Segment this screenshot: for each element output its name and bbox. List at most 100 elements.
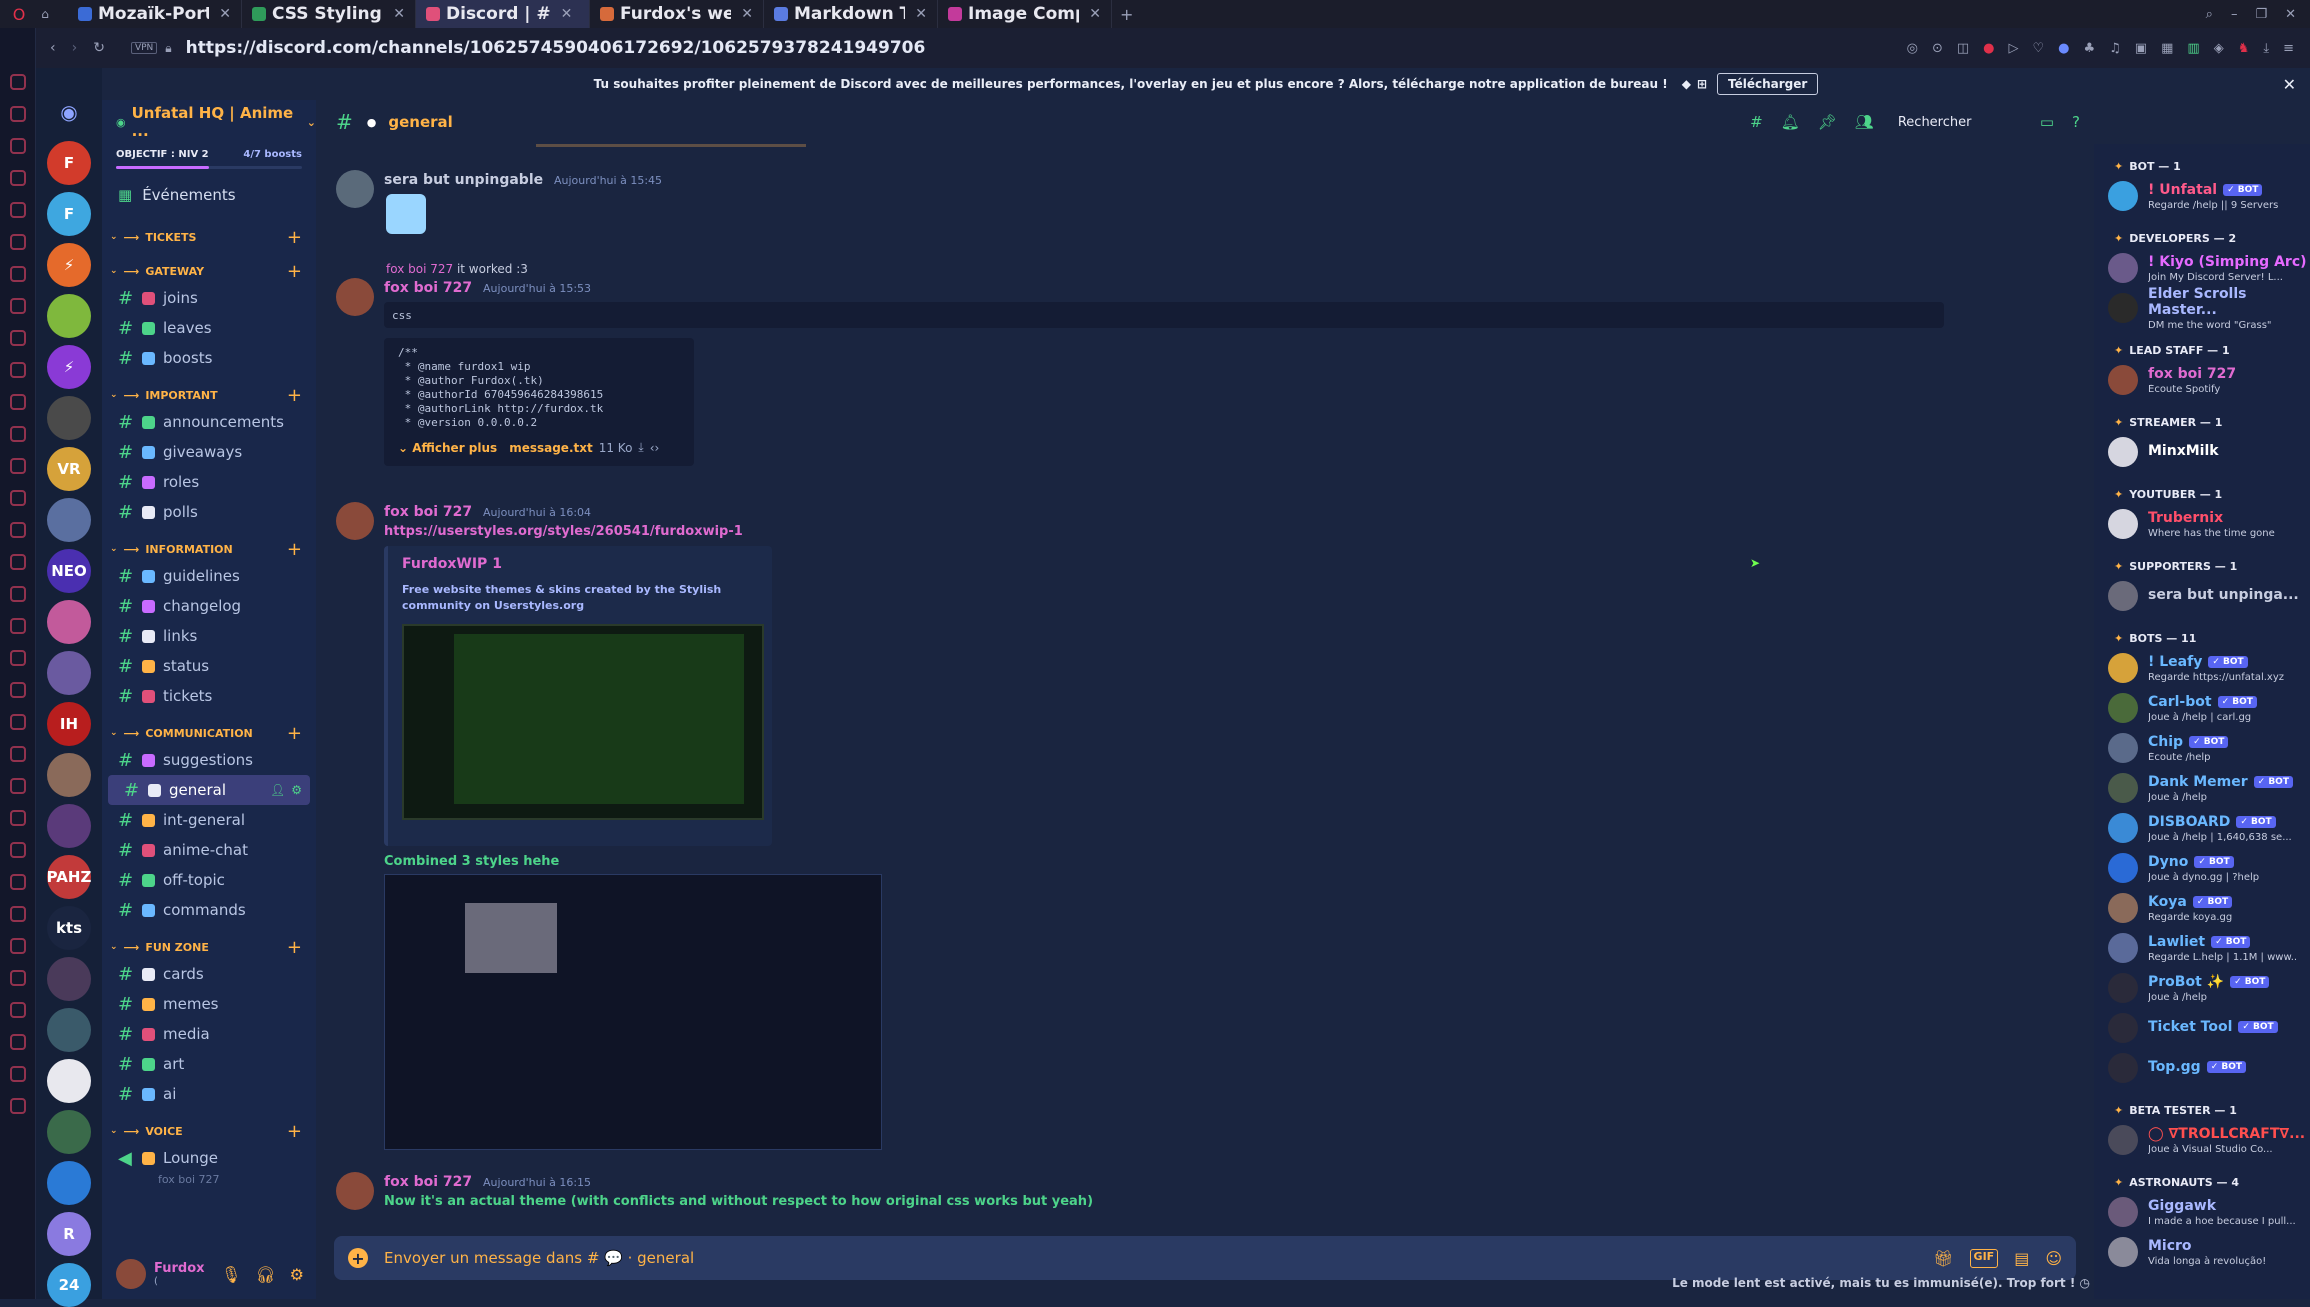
search-input[interactable]: Rechercher — [1892, 109, 2022, 135]
server-icon[interactable] — [47, 804, 91, 848]
member-item[interactable]: fox boi 727 Écoute Spotify — [2094, 360, 2310, 400]
embed-title[interactable]: FurdoxWIP 1 — [402, 556, 758, 572]
channel-item[interactable]: # leaves — [102, 313, 316, 343]
channel-item[interactable]: # joins — [102, 283, 316, 313]
channel-item[interactable]: # commands — [102, 895, 316, 925]
server-icon[interactable] — [47, 498, 91, 542]
reply-text[interactable]: it worked :3 — [457, 262, 528, 276]
members-icon[interactable]: 👥︎ — [1855, 113, 1874, 131]
invite-icon[interactable]: 👤︎ — [270, 783, 285, 797]
channel-item[interactable]: # art — [102, 1049, 316, 1079]
gif-icon[interactable]: GIF — [1969, 1248, 1999, 1268]
bell-icon[interactable]: 🔔︎ — [1781, 113, 1800, 131]
message-input[interactable]: Envoyer un message dans # 💬 · general — [384, 1249, 1933, 1267]
channel-category[interactable]: ⌄ ⟶ INFORMATION + — [102, 537, 316, 561]
download-icon[interactable]: ⤓ — [2263, 41, 2269, 56]
browser-tab[interactable]: Mozaïk-Portail ✕ — [68, 0, 242, 28]
threads-icon[interactable]: # — [1750, 113, 1763, 131]
sidebar-app-icon[interactable] — [9, 330, 26, 346]
author-name[interactable]: fox boi 727 — [384, 280, 472, 296]
download-app-button[interactable]: Télécharger — [1717, 73, 1819, 95]
channel-item[interactable]: # media — [102, 1019, 316, 1049]
member-item[interactable]: Chip ✓ BOT Écoute /help — [2094, 728, 2310, 768]
sidebar-app-icon[interactable] — [9, 810, 26, 826]
close-tab-icon[interactable]: ✕ — [741, 6, 753, 22]
voice-user[interactable]: fox boi 727 — [102, 1173, 316, 1191]
sidebar-app-icon[interactable] — [9, 1066, 26, 1082]
sidebar-app-icon[interactable] — [9, 202, 26, 218]
sidebar-app-icon[interactable] — [9, 618, 26, 634]
sidebar-app-icon[interactable] — [9, 1098, 26, 1114]
server-icon[interactable] — [47, 1059, 91, 1103]
close-window-icon[interactable]: ✕ — [2285, 7, 2296, 22]
server-icon[interactable] — [47, 294, 91, 338]
emoji-icon[interactable]: ☺ — [2045, 1249, 2062, 1268]
sidebar-app-icon[interactable] — [9, 1002, 26, 1018]
sidebar-app-icon[interactable] — [9, 458, 26, 474]
member-item[interactable]: Elder Scrolls Master... DM me the word "G… — [2094, 286, 2310, 331]
author-name[interactable]: fox boi 727 — [384, 1174, 472, 1190]
sidebar-app-icon[interactable] — [9, 138, 26, 154]
add-channel-icon[interactable]: + — [287, 227, 302, 248]
add-channel-icon[interactable]: + — [287, 1121, 302, 1142]
sidebar-app-icon[interactable] — [9, 426, 26, 442]
extension-icon[interactable]: ▣ — [2135, 41, 2147, 56]
member-item[interactable]: Dank Memer ✓ BOT Joue à /help — [2094, 768, 2310, 808]
pin-icon[interactable]: 📌︎ — [1818, 113, 1837, 131]
author-avatar[interactable] — [336, 278, 374, 316]
server-icon[interactable] — [47, 600, 91, 644]
inbox-icon[interactable]: ▭ — [2040, 113, 2054, 131]
add-channel-icon[interactable]: + — [287, 937, 302, 958]
server-icon[interactable]: 24 — [47, 1263, 91, 1307]
server-icon[interactable]: VR — [47, 447, 91, 491]
sidebar-app-icon[interactable] — [9, 906, 26, 922]
server-icon[interactable]: R — [47, 1212, 91, 1256]
sticker-image[interactable] — [386, 194, 426, 234]
member-item[interactable]: DISBOARD ✓ BOT Joue à /help | 1,640,638 se… — [2094, 808, 2310, 848]
new-tab-icon[interactable]: + — [1120, 5, 1133, 24]
sidebar-app-icon[interactable] — [9, 778, 26, 794]
channel-item[interactable]: # suggestions — [102, 745, 316, 775]
sidebar-app-icon[interactable] — [9, 746, 26, 762]
member-item[interactable]: ! Leafy ✓ BOT Regarde https://unfatal.xyz — [2094, 648, 2310, 688]
workspace-icon[interactable]: ⌂ — [32, 7, 58, 21]
sidebar-app-icon[interactable] — [9, 714, 26, 730]
message-link[interactable]: https://userstyles.org/styles/260541/fur… — [384, 524, 743, 539]
sidebar-app-icon[interactable] — [9, 74, 26, 90]
channel-item[interactable]: # status — [102, 651, 316, 681]
extension-icon[interactable]: ♫ — [2109, 41, 2121, 56]
extension-icon[interactable]: ♣ — [2083, 41, 2095, 56]
vpn-badge[interactable]: VPN — [130, 42, 158, 54]
channel-category[interactable]: ⌄ ⟶ FUN ZONE + — [102, 935, 316, 959]
sidebar-app-icon[interactable] — [9, 106, 26, 122]
member-item[interactable]: Trubernix Where has the time gone — [2094, 504, 2310, 544]
settings-icon[interactable]: ⚙ — [290, 1265, 304, 1284]
user-avatar[interactable] — [116, 1259, 146, 1289]
server-icon[interactable] — [47, 957, 91, 1001]
file-name[interactable]: message.txt — [509, 441, 593, 455]
sidebar-app-icon[interactable] — [9, 234, 26, 250]
sidebar-app-icon[interactable] — [9, 266, 26, 282]
member-item[interactable]: sera but unpinga... — [2094, 576, 2310, 616]
server-icon[interactable]: PAHZ — [47, 855, 91, 899]
headset-icon[interactable]: 🎧︎ — [255, 1265, 275, 1284]
member-item[interactable]: ProBot ✨ ✓ BOT Joue à /help — [2094, 968, 2310, 1008]
member-item[interactable]: Lawliet ✓ BOT Regarde L.help | 1.1M | www.… — [2094, 928, 2310, 968]
reload-icon[interactable]: ↻ — [93, 40, 105, 56]
server-icon[interactable] — [47, 651, 91, 695]
channel-category[interactable]: ⌄ ⟶ TICKETS + — [102, 225, 316, 249]
channel-category[interactable]: ⌄ ⟶ COMMUNICATION + — [102, 721, 316, 745]
member-item[interactable]: ! Unfatal ✓ BOT Regarde /help || 9 Servers — [2094, 176, 2310, 216]
server-icon[interactable] — [47, 1110, 91, 1154]
extension-icon[interactable]: ▦ — [2161, 41, 2173, 56]
search-tabs-icon[interactable]: ⌕ — [2206, 7, 2213, 22]
discord-home-icon[interactable]: ◉ — [47, 90, 91, 134]
add-channel-icon[interactable]: + — [287, 261, 302, 282]
sidebar-app-icon[interactable] — [9, 938, 26, 954]
server-icon[interactable] — [47, 1161, 91, 1205]
channel-item[interactable]: # guidelines — [102, 561, 316, 591]
add-attachment-icon[interactable]: + — [348, 1248, 368, 1268]
channel-item[interactable]: # memes — [102, 989, 316, 1019]
camera-icon[interactable]: ◫ — [1957, 41, 1969, 56]
extension-icon[interactable]: ♞ — [2238, 41, 2250, 56]
